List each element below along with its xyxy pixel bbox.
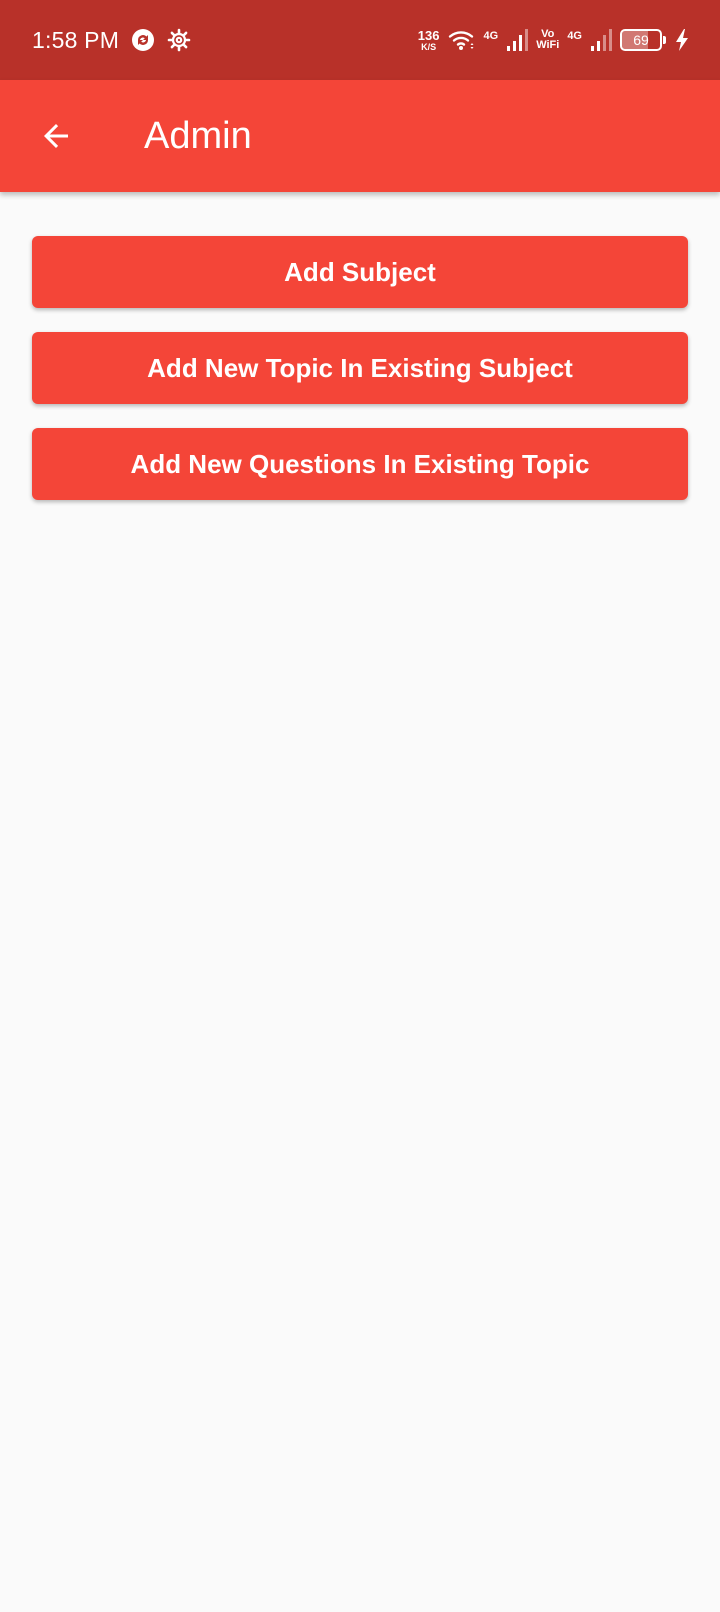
network-speed-unit: K/S: [421, 41, 437, 52]
network-speed: 136 K/S: [418, 29, 440, 52]
add-subject-button[interactable]: Add Subject: [32, 236, 688, 308]
battery-icon: 69: [620, 29, 662, 51]
status-right: 136 K/S 4G Vo WiFi 4G 69: [418, 28, 690, 52]
charging-bolt-icon: [674, 28, 690, 52]
admin-actions: Add Subject Add New Topic In Existing Su…: [32, 236, 688, 500]
add-questions-button[interactable]: Add New Questions In Existing Topic: [32, 428, 688, 500]
sim2-network-label: 4G: [567, 30, 582, 42]
page-title: Admin: [144, 114, 252, 157]
status-bar: 1:58 PM 136 K/S 4G Vo WiFi 4G 69: [0, 0, 720, 80]
status-time: 1:58 PM: [32, 26, 120, 53]
vowifi-bottom: WiFi: [536, 39, 560, 51]
battery-level: 69: [633, 32, 649, 48]
status-left: 1:58 PM: [32, 27, 191, 54]
network-speed-value: 136: [417, 27, 440, 43]
settings-gear-icon: [167, 28, 191, 52]
wifi-icon: [448, 28, 476, 52]
back-button[interactable]: [28, 108, 84, 164]
sim1-network-label: 4G: [483, 30, 499, 42]
sync-icon: [131, 28, 155, 52]
signal-icon: [590, 28, 612, 52]
vowifi-indicator: Vo WiFi: [536, 29, 559, 51]
arrow-back-icon: [38, 118, 74, 154]
add-topic-button[interactable]: Add New Topic In Existing Subject: [32, 332, 688, 404]
signal-icon: [506, 28, 529, 52]
app-bar: Admin: [0, 80, 720, 192]
battery-indicator: 69: [620, 29, 666, 51]
battery-cap: [663, 36, 666, 44]
